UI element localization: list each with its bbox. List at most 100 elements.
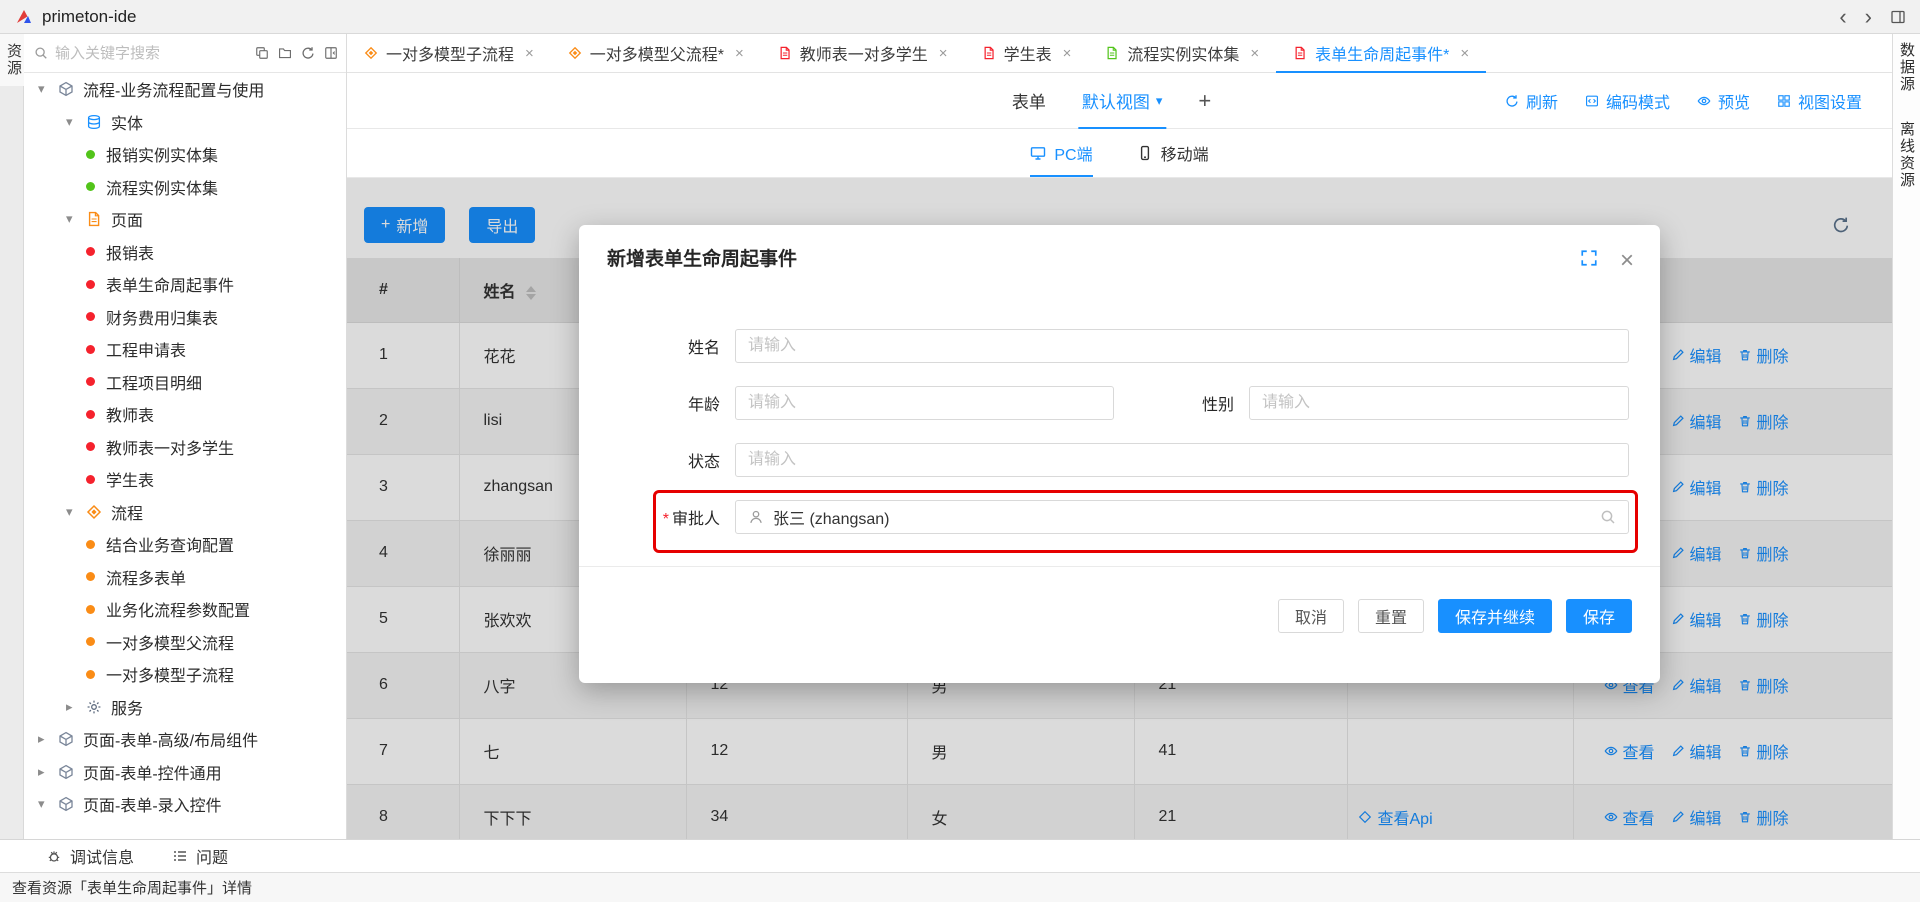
sidebar-tab-resources[interactable]: 资源 [0, 34, 24, 86]
tab-form[interactable]: 表单 [1012, 73, 1046, 128]
tree-item-page[interactable]: 报销表 [24, 236, 346, 269]
problems-tab[interactable]: 问题 [172, 844, 228, 868]
close-icon[interactable]: × [1620, 252, 1634, 270]
caret-down-icon[interactable]: ▾ [38, 81, 58, 97]
copy-resource-icon[interactable] [255, 46, 269, 60]
name-input[interactable] [735, 329, 1629, 363]
add-view-button[interactable]: + [1198, 88, 1211, 114]
tree-item-entity-group[interactable]: ▾ 实体 [24, 106, 346, 139]
file-tab[interactable]: 一对多模型子流程× [347, 34, 551, 72]
page-dot-icon [86, 475, 95, 484]
tree-item-flow[interactable]: 流程多表单 [24, 561, 346, 594]
status-input[interactable] [735, 443, 1629, 477]
tree-item-input-controls[interactable]: ▾页面-表单-录入控件 [24, 788, 346, 821]
reset-button[interactable]: 重置 [1358, 599, 1424, 633]
tree-item-page[interactable]: 教师表一对多学生 [24, 431, 346, 464]
tree-item-flow[interactable]: 结合业务查询配置 [24, 528, 346, 561]
caret-right-icon[interactable]: ▸ [38, 731, 58, 747]
caret-down-icon[interactable]: ▾ [66, 114, 86, 130]
refresh-tree-icon[interactable] [301, 46, 315, 60]
tree-item-flow[interactable]: 一对多模型父流程 [24, 626, 346, 659]
debug-info-label: 调试信息 [70, 844, 134, 868]
form-icon [1293, 46, 1307, 60]
tree-item-flow-config[interactable]: ▾流程-业务流程配置与使用 [24, 73, 346, 106]
tree-item-flow[interactable]: 业务化流程参数配置 [24, 593, 346, 626]
sidebar-tab-offline[interactable]: 离线资源 [1896, 121, 1917, 189]
search-icon [1600, 509, 1616, 525]
caret-down-icon[interactable]: ▾ [38, 796, 58, 812]
file-tab[interactable]: 流程实例实体集× [1088, 34, 1276, 72]
tree-label: 页面-表单-高级/布局组件 [83, 727, 258, 751]
tree-item-page[interactable]: 学生表 [24, 463, 346, 496]
collapse-panel-icon[interactable] [324, 46, 338, 60]
tree-item-page-group[interactable]: ▾页面 [24, 203, 346, 236]
tree-item-flow[interactable]: 一对多模型子流程 [24, 658, 346, 691]
refresh-button[interactable]: 刷新 [1505, 89, 1558, 113]
age-label: 年龄 [579, 391, 720, 415]
tab-pc[interactable]: PC端 [1030, 129, 1092, 177]
view-settings-button[interactable]: 视图设置 [1777, 89, 1862, 113]
tree-item-page[interactable]: 工程申请表 [24, 333, 346, 366]
folder-icon[interactable] [278, 46, 292, 60]
form-icon [982, 46, 996, 60]
resource-explorer: ▾流程-业务流程配置与使用 ▾ 实体 报销实例实体集 流程实例实体集 ▾页面 报销… [24, 34, 347, 839]
preview-button[interactable]: 预览 [1697, 89, 1750, 113]
caret-right-icon[interactable]: ▸ [66, 699, 86, 715]
close-icon[interactable]: × [939, 45, 948, 62]
cancel-button[interactable]: 取消 [1278, 599, 1344, 633]
tree-item-entity[interactable]: 报销实例实体集 [24, 138, 346, 171]
close-icon[interactable]: × [525, 45, 534, 62]
fullscreen-icon[interactable] [1580, 249, 1598, 272]
tree-label: 财务费用归集表 [106, 305, 218, 329]
tree-label: 流程多表单 [106, 565, 186, 589]
close-icon[interactable]: × [1250, 45, 1259, 62]
tree-item-page[interactable]: 教师表 [24, 398, 346, 431]
tree-item-entity[interactable]: 流程实例实体集 [24, 171, 346, 204]
save-button[interactable]: 保存 [1566, 599, 1632, 633]
file-tab[interactable]: 一对多模型父流程* × [551, 34, 761, 72]
device-bar: PC端 移动端 [347, 129, 1892, 178]
file-tab-active[interactable]: 表单生命周起事件*× [1276, 34, 1486, 72]
approver-select[interactable]: 张三 (zhangsan) [735, 500, 1629, 534]
nav-forward-icon[interactable]: › [1865, 6, 1872, 28]
debug-info-tab[interactable]: 调试信息 [46, 844, 134, 868]
tree-label: 实体 [111, 110, 143, 134]
code-mode-button[interactable]: 编码模式 [1585, 89, 1670, 113]
nav-back-icon[interactable]: ‹ [1839, 6, 1846, 28]
package-icon [58, 764, 74, 780]
tree-item-service-group[interactable]: ▸ 服务 [24, 691, 346, 724]
tree-item-page[interactable]: 表单生命周起事件 [24, 268, 346, 301]
approver-label-text: 审批人 [672, 511, 720, 528]
tree-item-common-controls[interactable]: ▸页面-表单-控件通用 [24, 756, 346, 789]
close-icon[interactable]: × [1460, 45, 1469, 62]
page-dot-icon [86, 312, 95, 321]
gender-input[interactable] [1249, 386, 1629, 420]
caret-down-icon[interactable]: ▾ [66, 211, 86, 227]
close-icon[interactable]: × [1063, 45, 1072, 62]
file-tab-label: 学生表 [1004, 41, 1052, 65]
tab-default-view[interactable]: 默认视图▾ [1082, 73, 1163, 128]
file-tab-label: 一对多模型父流程* [590, 41, 724, 65]
caret-right-icon[interactable]: ▸ [38, 764, 58, 780]
tab-mobile[interactable]: 移动端 [1137, 129, 1209, 177]
tree-item-page[interactable]: 财务费用归集表 [24, 301, 346, 334]
entity-doc-icon [1105, 46, 1119, 60]
search-input[interactable] [55, 45, 248, 62]
modal-body: 姓名 年龄 性别 状态 *审批人 张三 (zhangsan) [579, 272, 1660, 534]
entity-dot-icon [86, 182, 95, 191]
tree-item-page[interactable]: 工程项目明细 [24, 366, 346, 399]
save-and-continue-button[interactable]: 保存并继续 [1438, 599, 1552, 633]
flow-dot-icon [86, 540, 95, 549]
tree-item-layout-components[interactable]: ▸ 页面-表单-高级/布局组件 [24, 723, 346, 756]
layout-icon[interactable] [1890, 9, 1906, 25]
flow-dot-icon [86, 572, 95, 581]
tree-item-flow-group[interactable]: ▾流程 [24, 496, 346, 529]
file-tab[interactable]: 学生表 × [965, 34, 1089, 72]
sidebar-tab-datasource[interactable]: 数据源 [1896, 42, 1917, 93]
tree-label: 服务 [111, 695, 143, 719]
close-icon[interactable]: × [735, 45, 744, 62]
file-tab[interactable]: 教师表一对多学生× [761, 34, 965, 72]
tree-label: 教师表一对多学生 [106, 435, 234, 459]
age-input[interactable] [735, 386, 1114, 420]
caret-down-icon[interactable]: ▾ [66, 504, 86, 520]
